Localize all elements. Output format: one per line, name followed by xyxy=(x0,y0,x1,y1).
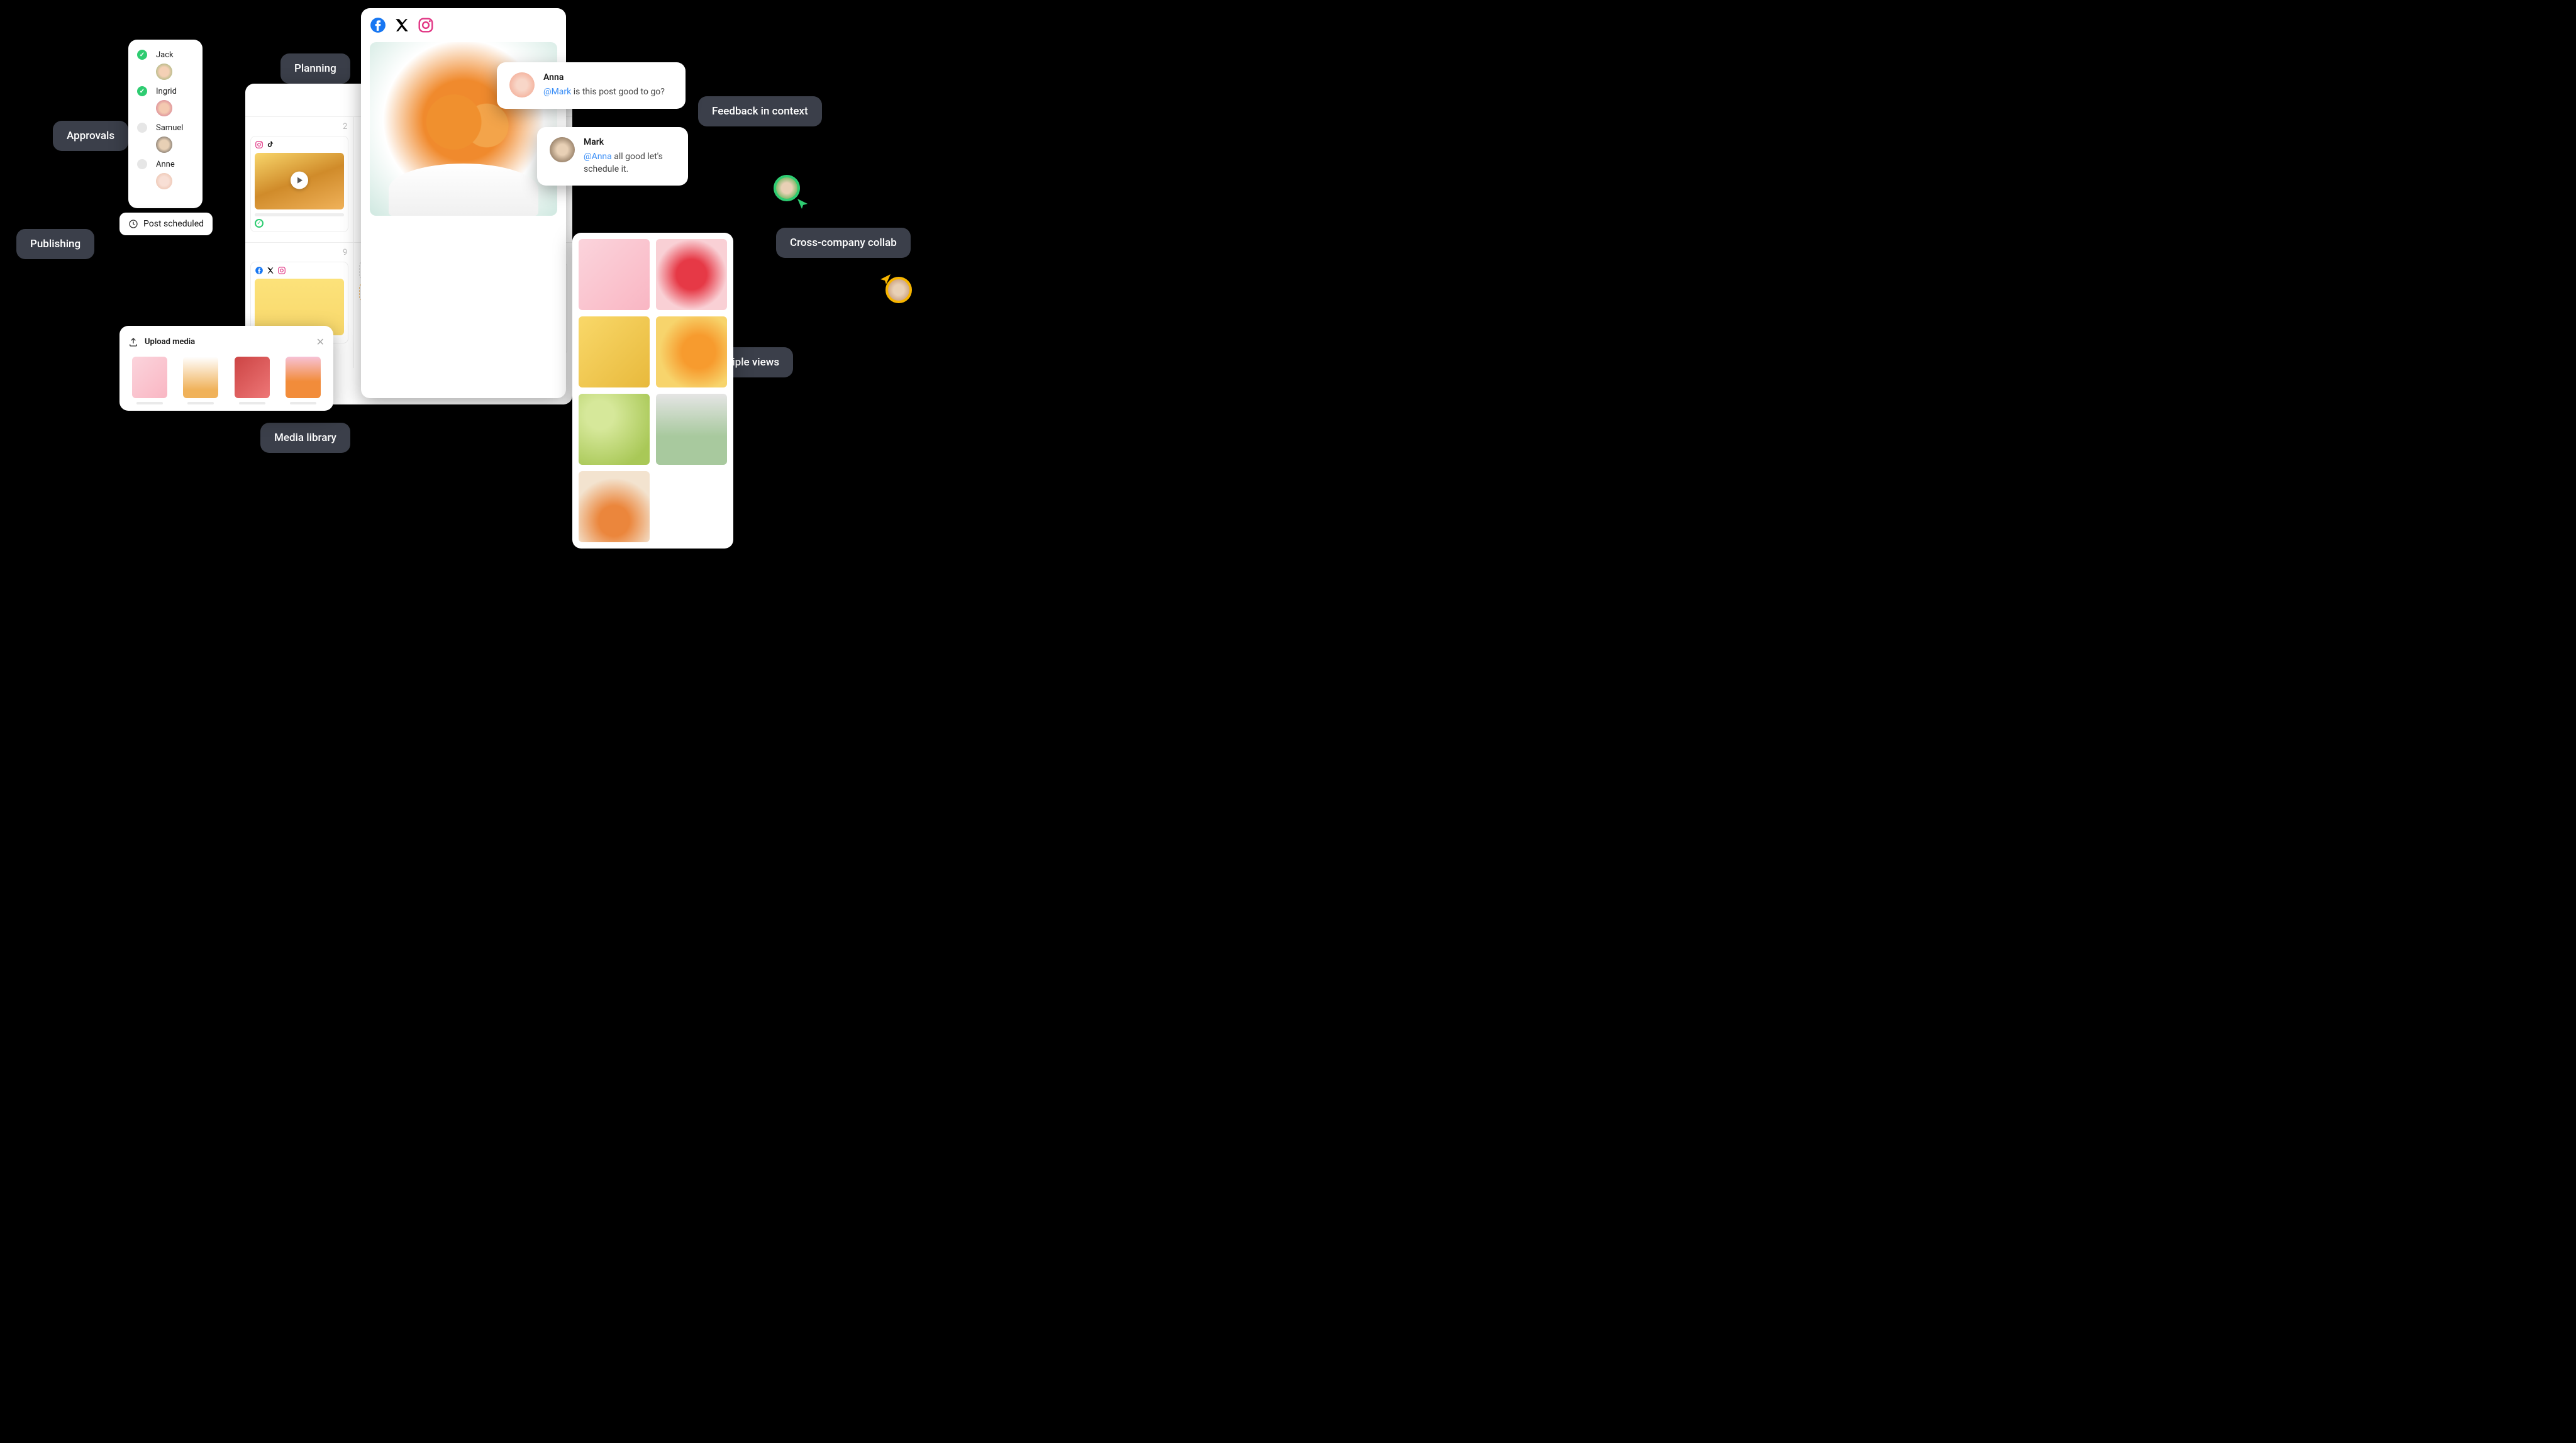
gallery-card xyxy=(572,233,733,549)
cursor-icon xyxy=(797,199,808,209)
approval-name: Ingrid xyxy=(156,87,177,96)
scheduled-text: Post scheduled xyxy=(143,219,204,229)
clock-icon xyxy=(128,219,138,229)
check-icon xyxy=(255,219,264,228)
approval-row: Jack xyxy=(137,50,194,60)
cursor-icon xyxy=(880,274,891,284)
instagram-icon xyxy=(277,266,286,275)
approvals-label: Approvals xyxy=(53,121,128,151)
mention[interactable]: @Mark xyxy=(543,87,571,97)
avatar xyxy=(156,64,172,80)
comment-bubble: Mark @Anna all good let's schedule it. xyxy=(537,127,688,186)
gallery-thumbnail[interactable] xyxy=(579,239,650,310)
upload-icon[interactable] xyxy=(128,337,138,347)
post-thumbnail xyxy=(255,153,344,209)
calendar-cell[interactable]: 2 xyxy=(245,116,354,242)
scheduled-post[interactable] xyxy=(250,136,348,232)
gallery-thumbnail[interactable] xyxy=(656,239,727,310)
play-icon xyxy=(291,172,308,189)
collaborator-cursor xyxy=(774,175,800,201)
avatar xyxy=(156,136,172,153)
media-thumbnail[interactable] xyxy=(235,357,270,404)
approval-name: Samuel xyxy=(156,123,183,133)
comment-text: @Anna all good let's schedule it. xyxy=(584,151,675,176)
x-icon xyxy=(394,17,410,33)
cross-collab-label: Cross-company collab xyxy=(776,228,911,258)
avatar xyxy=(156,100,172,116)
approvals-card: Jack Ingrid Samuel Anne xyxy=(128,40,203,208)
gallery-thumbnail[interactable] xyxy=(579,316,650,387)
gallery-thumbnail[interactable] xyxy=(579,394,650,465)
media-library-label: Media library xyxy=(260,423,350,453)
mention[interactable]: @Anna xyxy=(584,152,612,162)
gallery-thumbnail[interactable] xyxy=(579,471,650,542)
pending-icon xyxy=(137,123,147,133)
approval-name: Anne xyxy=(156,160,175,169)
facebook-icon xyxy=(255,266,264,275)
avatar xyxy=(156,173,172,189)
check-icon xyxy=(137,86,147,96)
comment-text: @Mark is this post good to go? xyxy=(543,86,665,99)
media-thumbnail[interactable] xyxy=(132,357,167,404)
instagram-icon xyxy=(418,17,434,33)
calendar-date: 2 xyxy=(343,122,347,131)
media-thumbnail[interactable] xyxy=(286,357,321,404)
close-icon[interactable]: ✕ xyxy=(316,336,325,348)
approval-name: Jack xyxy=(156,50,174,60)
check-icon xyxy=(137,50,147,60)
instagram-icon xyxy=(255,140,264,149)
calendar-date: 9 xyxy=(343,248,347,257)
pending-icon xyxy=(137,159,147,169)
media-library-title: Upload media xyxy=(145,337,195,347)
feedback-label: Feedback in context xyxy=(698,96,822,126)
facebook-icon xyxy=(370,17,386,33)
media-thumbnail[interactable] xyxy=(183,357,218,404)
x-icon xyxy=(266,266,275,275)
gallery-thumbnail[interactable] xyxy=(656,394,727,465)
avatar xyxy=(550,137,575,162)
avatar xyxy=(509,72,535,98)
tiktok-icon xyxy=(266,140,275,149)
comment-author: Anna xyxy=(543,72,665,82)
comment-author: Mark xyxy=(584,137,675,147)
publishing-label: Publishing xyxy=(16,229,94,259)
channel-icons xyxy=(370,17,557,33)
approval-row: Samuel xyxy=(137,123,194,133)
comment-bubble: Anna @Mark is this post good to go? xyxy=(497,62,686,109)
planning-label: Planning xyxy=(280,53,350,84)
gallery-thumbnail[interactable] xyxy=(656,316,727,387)
approval-row: Anne xyxy=(137,159,194,169)
media-library-card: Upload media ✕ xyxy=(119,326,333,411)
approval-row: Ingrid xyxy=(137,86,194,96)
scheduled-chip: Post scheduled xyxy=(119,213,213,235)
